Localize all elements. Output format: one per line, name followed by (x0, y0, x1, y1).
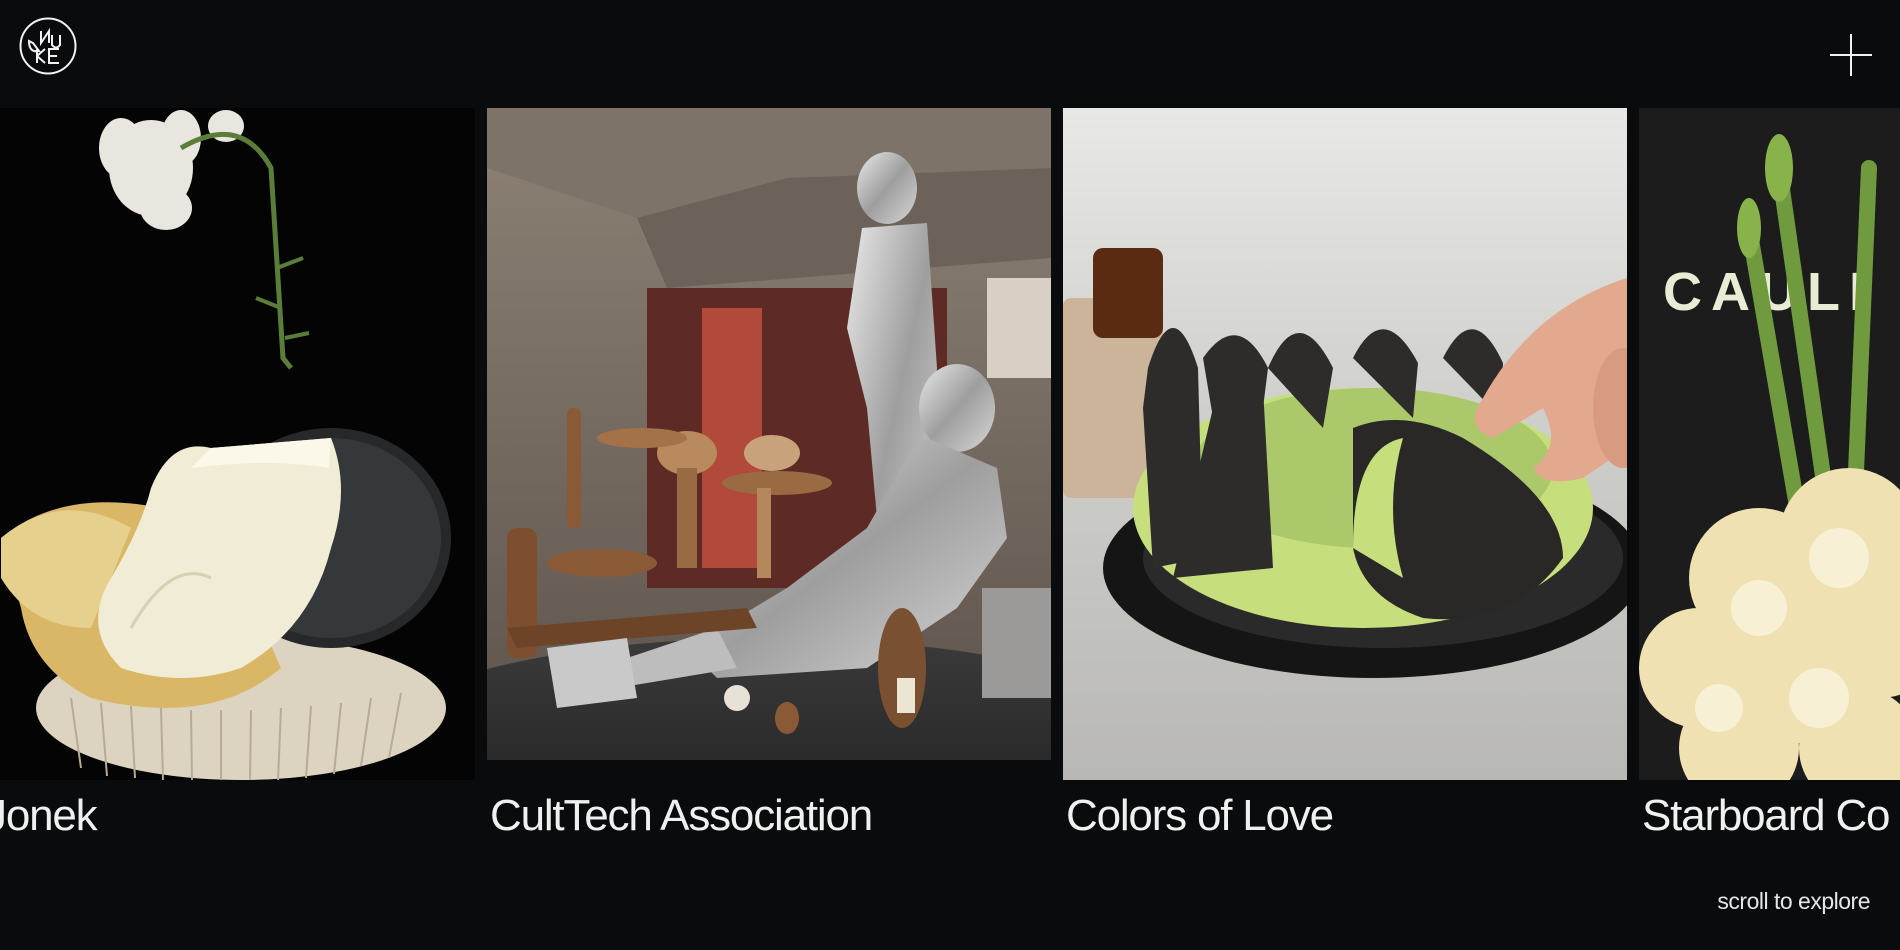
project-image-croissant-cones (1063, 108, 1627, 780)
project-title[interactable]: ree Jonek (0, 788, 98, 844)
plus-icon[interactable] (1830, 34, 1872, 76)
project-title[interactable]: Colors of Love (1066, 788, 1334, 844)
project-title[interactable]: Starboard Co (1642, 788, 1891, 844)
project-image-cauliflower: CAULI (1639, 108, 1900, 780)
project-card[interactable]: CultTech Association (487, 108, 1051, 848)
project-card[interactable]: CAULI (1639, 108, 1900, 848)
project-card[interactable]: Colors of Love (1063, 108, 1627, 848)
project-title[interactable]: CultTech Association (490, 788, 873, 844)
project-carousel[interactable]: ree Jonek (0, 108, 1900, 848)
project-image-dessert (0, 108, 475, 780)
page: ree Jonek (0, 0, 1900, 950)
project-image-sculptures (487, 108, 1051, 780)
project-card[interactable]: ree Jonek (0, 108, 475, 848)
brand-logo-icon[interactable] (19, 17, 77, 75)
scroll-hint: scroll to explore (1717, 888, 1870, 914)
